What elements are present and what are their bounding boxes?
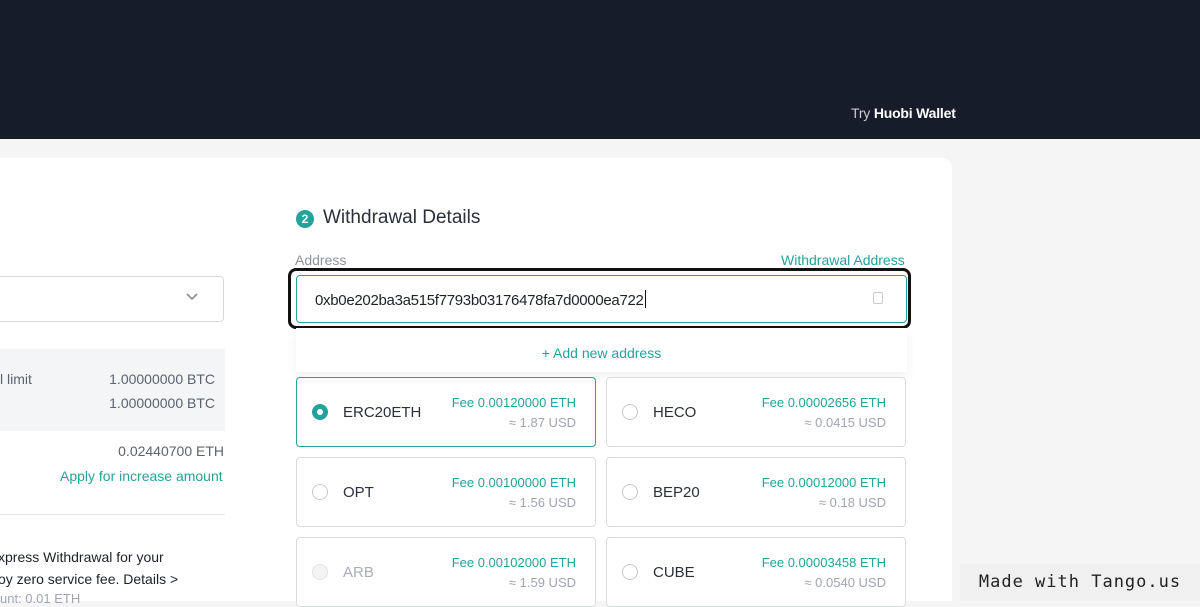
clipboard-icon[interactable]	[873, 292, 883, 304]
top-nav-bar: Try Huobi Wallet	[0, 0, 1200, 139]
address-label: Address	[295, 252, 347, 268]
radio-checked-icon[interactable]	[312, 404, 328, 420]
network-name: CUBE	[653, 564, 695, 581]
network-card-arb[interactable]: ARB Fee 0.00102000 ETH ≈ 1.59 USD	[296, 537, 596, 607]
withdrawal-address-link[interactable]: Withdrawal Address	[781, 252, 905, 268]
address-text: 0xb0e202ba3a515f7793b03176478fa7d0000ea7…	[315, 292, 644, 309]
tango-watermark: Made with Tango.us	[960, 564, 1200, 601]
network-name: ERC20ETH	[343, 404, 422, 421]
network-fee: Fee 0.00012000 ETH	[761, 475, 886, 490]
limit-value-2: 1.00000000 BTC	[109, 395, 215, 411]
min-amount: unt: 0.01 ETH	[0, 591, 81, 606]
network-card-bep20[interactable]: BEP20 Fee 0.00012000 ETH ≈ 0.18 USD	[606, 457, 906, 527]
network-name: HECO	[653, 404, 697, 421]
radio-icon[interactable]	[312, 484, 328, 500]
network-name: ARB	[343, 564, 374, 581]
add-new-address-button[interactable]: + Add new address	[296, 328, 907, 372]
step-badge: 2	[296, 210, 314, 228]
express-withdrawal-note: xpress Withdrawal for your oy zero servi…	[0, 546, 228, 590]
express-line-1: xpress Withdrawal for your	[0, 549, 164, 565]
radio-icon[interactable]	[622, 564, 638, 580]
network-fee-usd: ≈ 0.18 USD	[818, 495, 886, 510]
network-card-erc20eth[interactable]: ERC20ETH Fee 0.00120000 ETH ≈ 1.87 USD	[296, 377, 596, 447]
limit-info-panel: l limit 1.00000000 BTC 1.00000000 BTC	[0, 349, 225, 431]
limit-label: l limit	[0, 371, 32, 387]
radio-disabled-icon	[312, 564, 328, 580]
withdraw-card: l limit 1.00000000 BTC 1.00000000 BTC 0.…	[0, 158, 952, 607]
network-fee-usd: ≈ 0.0415 USD	[804, 415, 886, 430]
network-fee: Fee 0.00100000 ETH	[451, 475, 576, 490]
radio-icon[interactable]	[622, 404, 638, 420]
network-fee: Fee 0.00003458 ETH	[761, 555, 886, 570]
network-name: BEP20	[653, 484, 700, 501]
address-value: 0xb0e202ba3a515f7793b03176478fa7d0000ea7…	[315, 290, 646, 309]
network-fee-usd: ≈ 1.87 USD	[508, 415, 576, 430]
network-fee: Fee 0.00002656 ETH	[761, 395, 886, 410]
network-card-cube[interactable]: CUBE Fee 0.00003458 ETH ≈ 0.0540 USD	[606, 537, 906, 607]
try-prefix: Try	[851, 105, 871, 121]
apply-increase-link[interactable]: Apply for increase amount	[60, 468, 223, 484]
try-huobi-wallet-link[interactable]: Try Huobi Wallet	[851, 105, 956, 121]
eth-amount: 0.02440700 ETH	[118, 443, 224, 459]
network-fee-usd: ≈ 0.0540 USD	[804, 575, 886, 590]
coin-select[interactable]	[0, 276, 224, 322]
text-caret	[644, 290, 646, 308]
network-fee: Fee 0.00120000 ETH	[451, 395, 576, 410]
network-name: OPT	[343, 484, 374, 501]
limit-value: 1.00000000 BTC	[109, 371, 215, 387]
express-line-2[interactable]: oy zero service fee. Details >	[0, 568, 228, 590]
network-fee: Fee 0.00102000 ETH	[451, 555, 576, 570]
network-fee-usd: ≈ 1.56 USD	[508, 495, 576, 510]
network-card-opt[interactable]: OPT Fee 0.00100000 ETH ≈ 1.56 USD	[296, 457, 596, 527]
divider	[0, 514, 225, 515]
radio-icon[interactable]	[622, 484, 638, 500]
chevron-down-icon	[186, 293, 198, 301]
section-title: Withdrawal Details	[323, 207, 481, 228]
network-fee-usd: ≈ 1.59 USD	[508, 575, 576, 590]
wallet-label: Huobi Wallet	[873, 105, 956, 121]
network-card-heco[interactable]: HECO Fee 0.00002656 ETH ≈ 0.0415 USD	[606, 377, 906, 447]
address-input[interactable]: 0xb0e202ba3a515f7793b03176478fa7d0000ea7…	[296, 275, 907, 323]
